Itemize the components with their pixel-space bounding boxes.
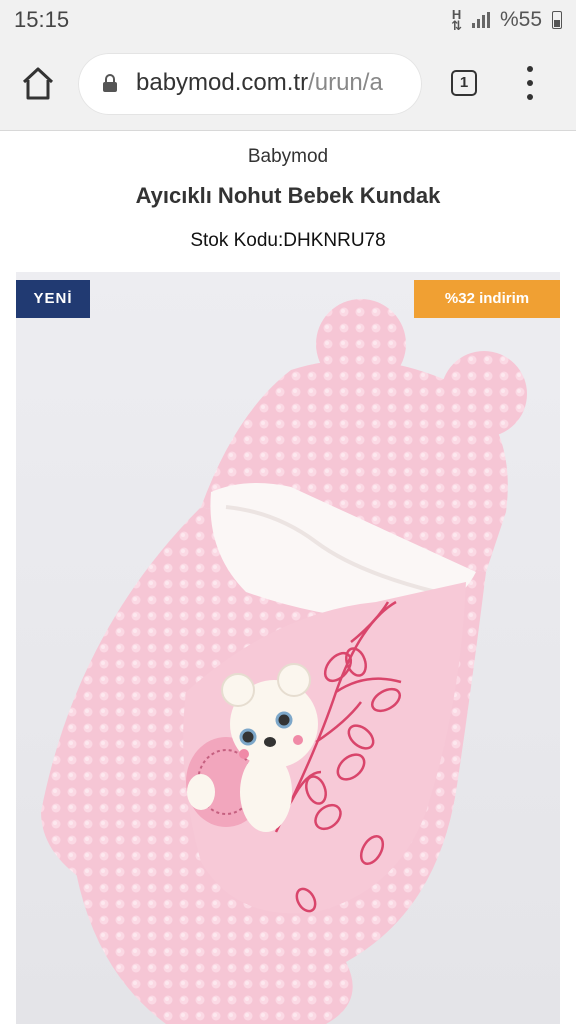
url-text: babymod.com.tr/urun/a (136, 69, 383, 97)
battery-icon (552, 11, 562, 29)
tabs-icon[interactable]: 1 (451, 70, 477, 96)
product-photo-illustration (16, 272, 560, 1024)
new-badge: YENİ (16, 280, 90, 318)
battery-percent: %55 (499, 8, 542, 31)
signal-icon (471, 12, 490, 28)
browser-toolbar: babymod.com.tr/urun/a 1 (0, 40, 576, 131)
status-icons: H ⇅ %55 (451, 8, 562, 32)
product-image[interactable] (16, 272, 560, 1024)
address-bar[interactable]: babymod.com.tr/urun/a (78, 53, 422, 115)
home-button[interactable] (20, 64, 56, 104)
product-sku: Stok Kodu:DHKNRU78 (190, 230, 386, 251)
product-title: Ayıcıklı Nohut Bebek Kundak (135, 183, 441, 208)
home-icon (22, 67, 54, 100)
url-domain: babymod.com.tr (136, 69, 309, 96)
data-transfer-icon: H ⇅ (451, 7, 462, 33)
lock-icon (103, 74, 117, 92)
status-bar: 15:15 H ⇅ %55 (0, 0, 576, 40)
status-time: 15:15 (14, 7, 70, 32)
more-menu-icon[interactable] (522, 66, 538, 100)
product-brand[interactable]: Babymod (0, 146, 576, 168)
discount-badge: %32 indirim (414, 280, 560, 318)
url-path: /urun/a (308, 69, 383, 96)
